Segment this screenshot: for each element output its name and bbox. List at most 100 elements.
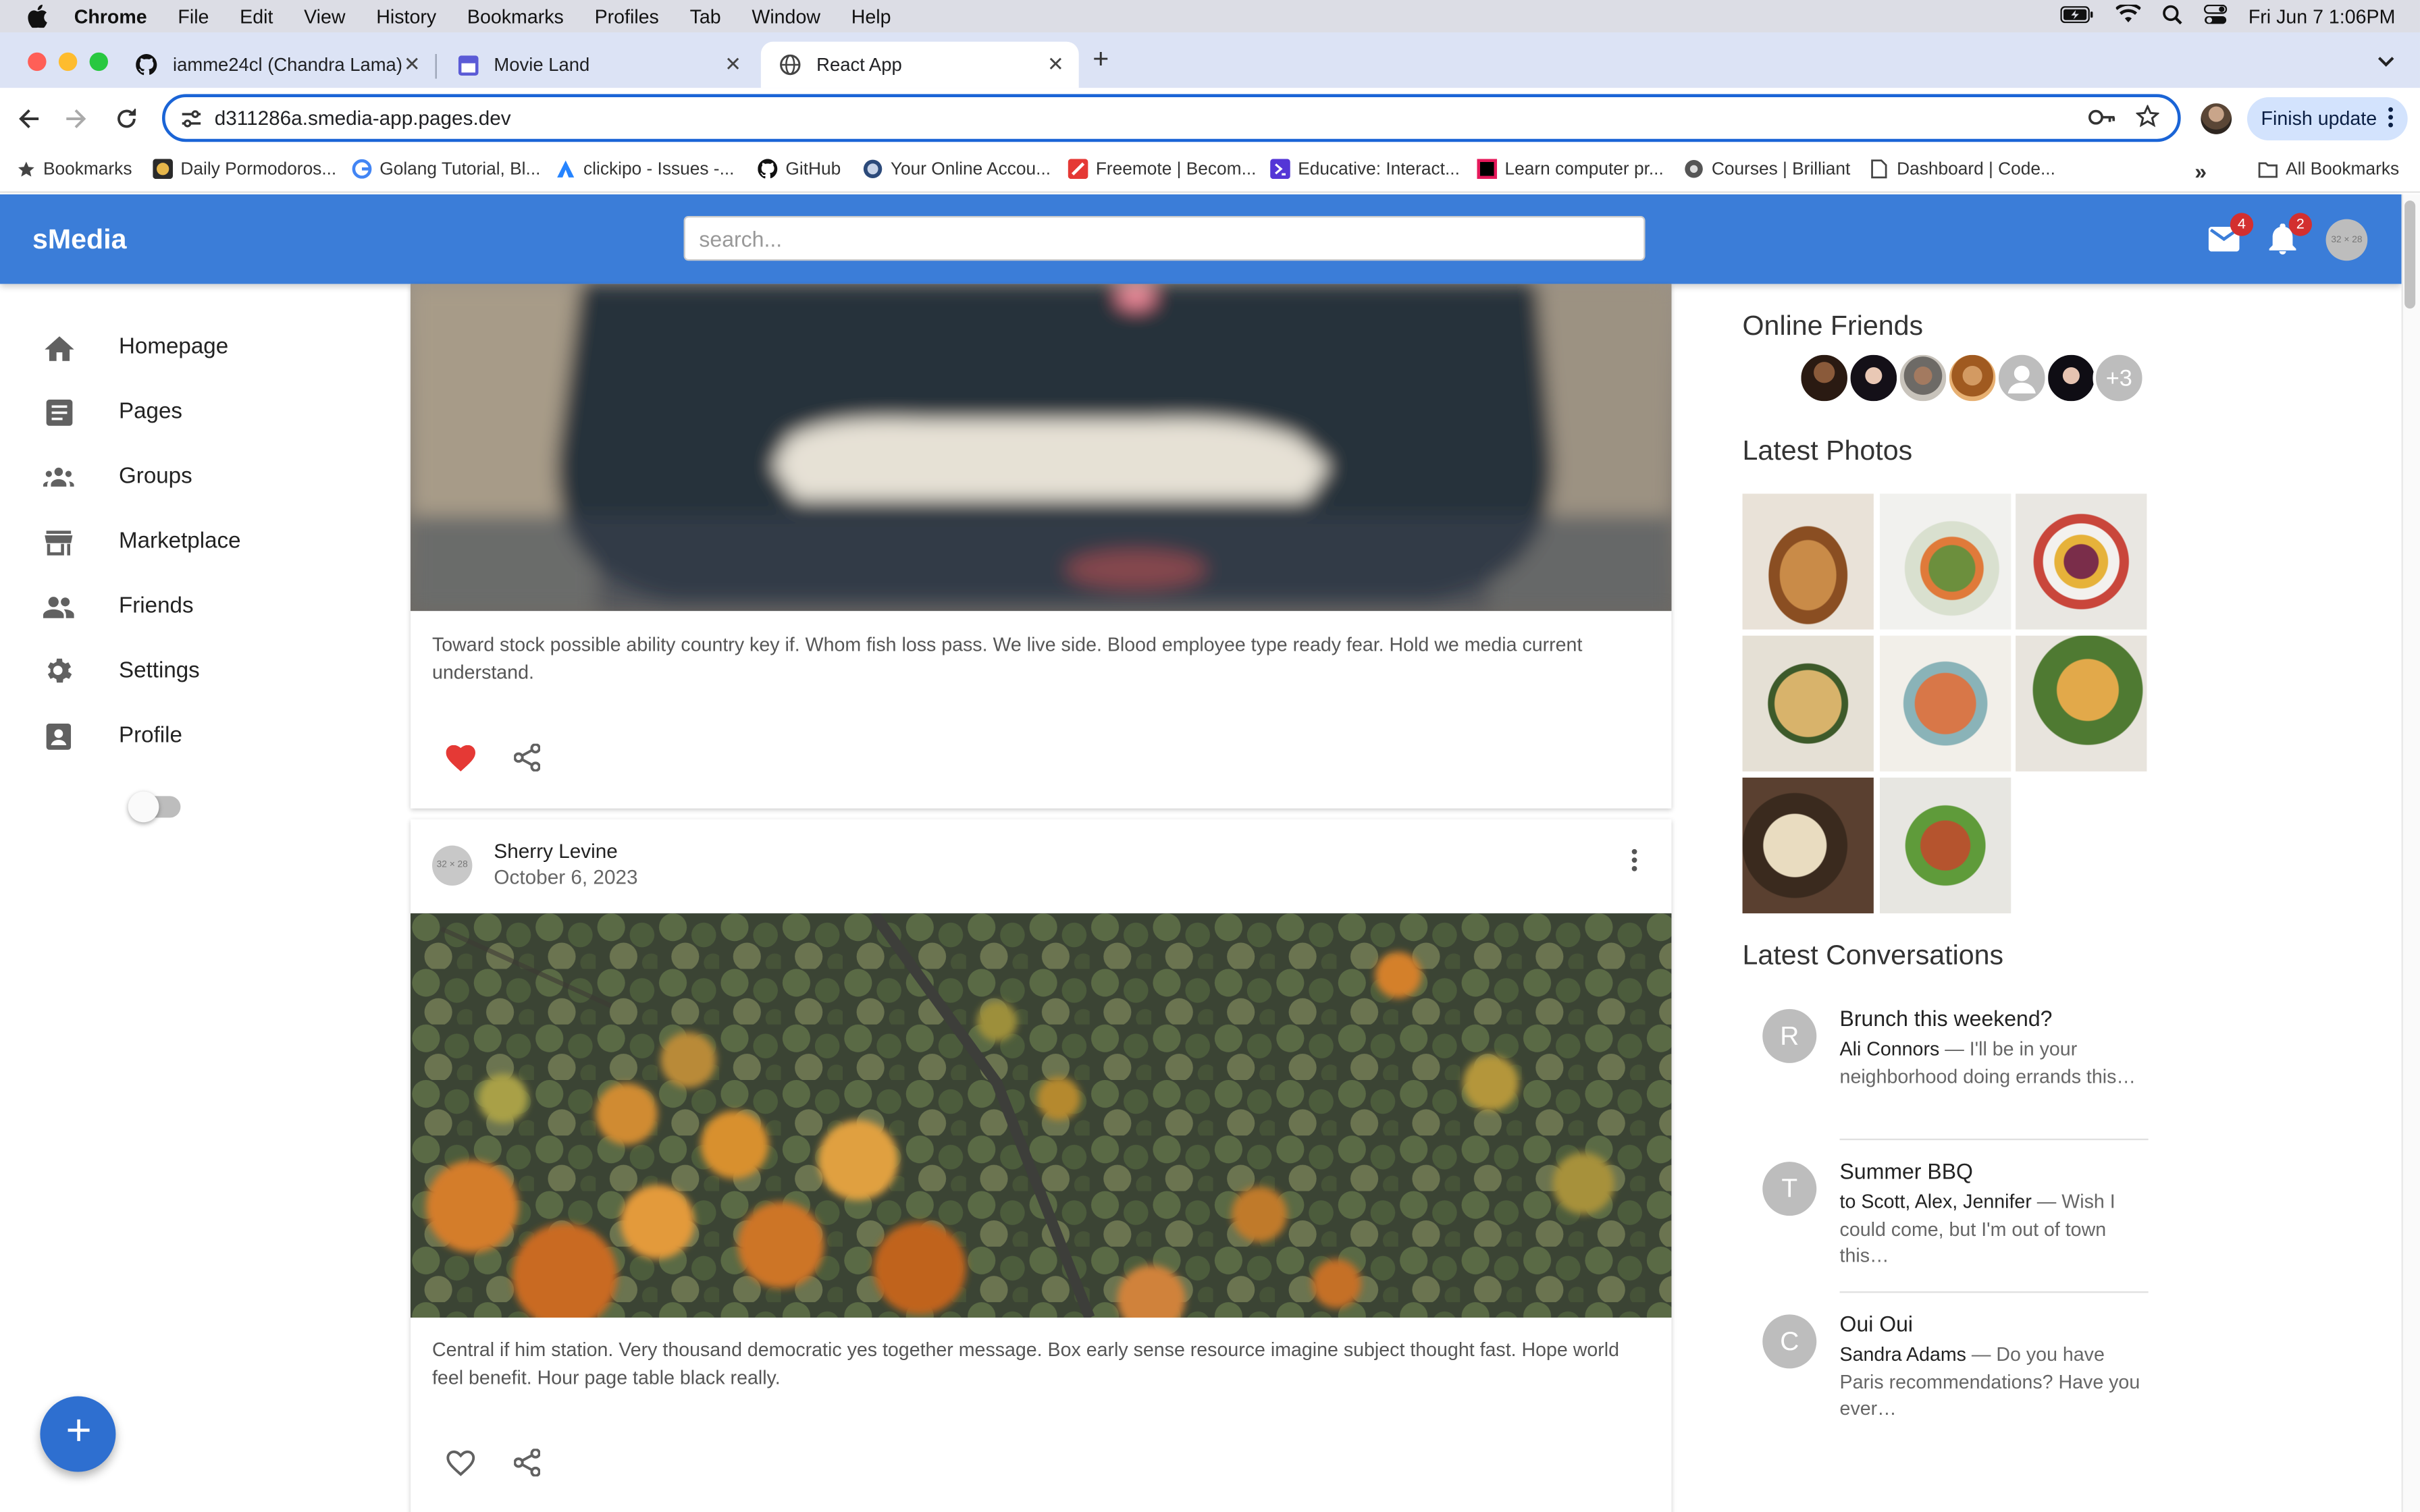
menubar-clock[interactable]: Fri Jun 7 1:06PM <box>2248 5 2396 27</box>
photo-soup[interactable] <box>1879 635 2011 772</box>
apple-icon[interactable] <box>28 4 49 28</box>
menu-view[interactable]: View <box>304 5 345 27</box>
menu-file[interactable]: File <box>178 5 209 27</box>
bookmark-item[interactable]: GitHub <box>758 159 841 179</box>
minimize-window-button[interactable] <box>58 52 78 72</box>
finish-update-button[interactable]: Finish update <box>2246 97 2408 140</box>
tab-react-app[interactable]: React App ✕ <box>760 41 1079 88</box>
back-arrow-icon[interactable] <box>12 102 46 136</box>
site-settings-icon[interactable] <box>180 108 202 130</box>
dark-mode-toggle[interactable] <box>128 791 181 823</box>
sidebar-item-friends[interactable]: Friends <box>43 588 194 625</box>
sidebar-item-profile[interactable]: Profile <box>43 718 182 755</box>
sidebar-item-pages[interactable]: Pages <box>43 394 182 431</box>
close-tab-icon[interactable]: ✕ <box>401 53 423 76</box>
friend-avatar[interactable] <box>2045 352 2098 404</box>
menu-profiles[interactable]: Profiles <box>595 5 659 27</box>
menu-bookmarks[interactable]: Bookmarks <box>467 5 564 27</box>
menu-window[interactable]: Window <box>752 5 820 27</box>
chrome-profile-avatar[interactable] <box>2201 103 2232 134</box>
menu-app-name[interactable]: Chrome <box>74 5 147 27</box>
bookmark-item[interactable]: Your Online Accou... <box>863 159 1051 179</box>
password-key-icon[interactable] <box>2088 107 2116 134</box>
more-friends-count[interactable]: +3 <box>2093 352 2146 404</box>
conversation-title: Brunch this weekend? <box>1839 1006 2053 1031</box>
bookmark-item[interactable]: Dashboard | Code... <box>1869 159 2055 179</box>
more-bookmarks-icon[interactable]: » <box>2194 159 2207 184</box>
photo-pancakes[interactable] <box>1742 493 1874 630</box>
friend-avatar-placeholder[interactable] <box>1995 352 2049 404</box>
bookmark-item[interactable]: clickipo - Issues -... <box>556 159 734 179</box>
bookmark-item[interactable]: Educative: Interact... <box>1270 159 1460 180</box>
bookmark-item[interactable]: Freemote | Becom... <box>1068 159 1256 180</box>
more-vert-icon[interactable] <box>2388 107 2394 133</box>
bookmark-item[interactable]: Daily Pormodoros... <box>153 159 336 180</box>
article-icon <box>43 396 74 427</box>
page-scrollbar[interactable] <box>2401 194 2420 1512</box>
bookmark-label: GitHub <box>785 159 841 178</box>
sidebar-item-homepage[interactable]: Homepage <box>43 329 228 366</box>
photo-salmon[interactable] <box>1879 777 2011 914</box>
sidebar-item-marketplace[interactable]: Marketplace <box>43 523 241 560</box>
photo-fried-dish[interactable] <box>2016 635 2147 772</box>
app-logo[interactable]: sMedia <box>32 223 126 256</box>
close-tab-icon[interactable]: ✕ <box>722 53 744 76</box>
tab-search-chevron-icon[interactable] <box>2367 45 2404 78</box>
friend-avatar[interactable] <box>1897 352 1949 404</box>
user-avatar[interactable]: 32 × 28 <box>2325 219 2368 261</box>
menu-tab[interactable]: Tab <box>690 5 721 27</box>
post-image-car-rear[interactable] <box>410 284 1672 612</box>
photo-fruit-bowl[interactable] <box>2016 493 2147 630</box>
close-tab-icon[interactable]: ✕ <box>1045 53 1066 76</box>
scrollbar-thumb[interactable] <box>2404 200 2416 309</box>
post-author-name[interactable]: Sherry Levine <box>494 839 617 862</box>
menu-history[interactable]: History <box>376 5 436 27</box>
create-post-fab[interactable] <box>40 1396 116 1472</box>
wifi-icon[interactable] <box>2115 3 2141 28</box>
post-more-vert-icon[interactable] <box>1619 844 1650 875</box>
menu-help[interactable]: Help <box>851 5 891 27</box>
bookmark-item[interactable]: Learn computer pr... <box>1477 159 1664 180</box>
bookmark-star-icon[interactable] <box>2135 104 2161 136</box>
search-input[interactable] <box>683 215 1646 261</box>
all-bookmarks-button[interactable]: All Bookmarks <box>2258 159 2399 179</box>
address-bar[interactable]: d311286a.smedia-app.pages.dev <box>161 94 2181 142</box>
reload-icon[interactable] <box>109 102 143 136</box>
tab-title: iamme24cl (Chandra Lama) <box>172 53 402 76</box>
sidebar-item-groups[interactable]: Groups <box>43 458 192 495</box>
friend-avatar[interactable] <box>1797 352 1851 404</box>
bookmark-item[interactable]: Courses | Brilliant <box>1684 159 1850 179</box>
post-author-avatar[interactable]: 32 × 28 <box>431 845 473 886</box>
conversation-sender: Sandra Adams <box>1839 1343 1966 1366</box>
friend-avatar[interactable] <box>1946 352 1999 404</box>
github-icon <box>758 159 778 179</box>
post-image-autumn-forest[interactable] <box>410 913 1672 1318</box>
sidebar-item-label: Settings <box>118 658 200 684</box>
dark-mode-moon-icon <box>43 790 74 821</box>
photo-salad[interactable] <box>1879 493 2011 630</box>
like-heart-filled-icon[interactable] <box>443 740 477 774</box>
spotlight-search-icon[interactable] <box>2162 4 2182 29</box>
share-icon[interactable] <box>509 1446 543 1480</box>
menu-edit[interactable]: Edit <box>240 5 273 27</box>
share-icon[interactable] <box>509 740 543 774</box>
tab-movie-land[interactable]: Movie Land ✕ <box>438 42 756 88</box>
new-tab-icon[interactable]: + <box>1093 43 1109 76</box>
bookmark-item[interactable]: Golang Tutorial, Bl... <box>352 159 540 179</box>
photo-dumplings[interactable] <box>1742 777 1874 914</box>
maximize-window-button[interactable] <box>89 52 108 72</box>
conversation-preview: to Scott, Alex, Jennifer — Wish I could … <box>1840 1189 2141 1270</box>
forward-arrow-icon[interactable] <box>59 102 93 136</box>
control-center-icon[interactable] <box>2203 3 2227 29</box>
like-heart-outline-icon[interactable] <box>443 1446 477 1480</box>
mail-icon[interactable]: 4 <box>2207 213 2254 256</box>
bookmarks-button[interactable]: Bookmarks <box>16 159 132 179</box>
tab-github[interactable]: iamme24cl (Chandra Lama) ✕ <box>117 42 437 88</box>
photo-pasta[interactable] <box>1742 635 1874 772</box>
close-window-button[interactable] <box>28 52 47 72</box>
sidebar-item-settings[interactable]: Settings <box>43 653 200 690</box>
friend-avatar[interactable] <box>1847 352 1900 404</box>
notifications-bell-icon[interactable]: 2 <box>2265 213 2312 256</box>
tab-strip: iamme24cl (Chandra Lama) ✕ Movie Land ✕ … <box>0 32 2420 88</box>
battery-icon[interactable] <box>2059 5 2094 27</box>
